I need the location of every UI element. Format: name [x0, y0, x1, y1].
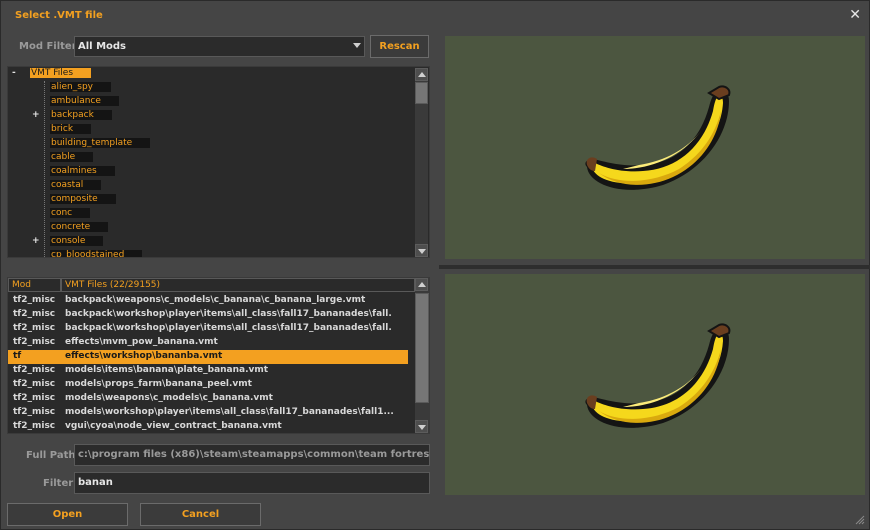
- tree-scroll-thumb[interactable]: [415, 82, 428, 104]
- preview-splitter[interactable]: [439, 265, 870, 269]
- row-file: models\items\banana\plate_banana.vmt: [65, 365, 269, 375]
- file-list-row[interactable]: tf2_misc models\workshop\player\items\all…: [8, 406, 408, 420]
- file-list-row[interactable]: tf2_misc models\items\banana\plate_banana…: [8, 364, 408, 378]
- mod-filter-dropdown[interactable]: All Mods: [74, 36, 365, 57]
- row-file: backpack\workshop\player\items\all_class…: [65, 323, 392, 333]
- row-mod: tf2_misc: [13, 323, 56, 333]
- column-header-mod[interactable]: Mod: [8, 278, 61, 292]
- tree-item-label: conc: [50, 208, 91, 218]
- row-mod: tf2_misc: [13, 365, 56, 375]
- material-preview-bottom: [445, 274, 865, 495]
- banana-icon: [585, 323, 731, 428]
- collapse-icon[interactable]: -: [12, 68, 16, 78]
- file-list-row[interactable]: tf2_misc effects\mvm_pow_banana.vmt: [8, 336, 408, 350]
- row-mod: tf: [13, 351, 22, 361]
- tree-item-label: VMT Files: [30, 68, 92, 78]
- row-file: effects\workshop\bananba.vmt: [65, 351, 223, 361]
- open-button[interactable]: Open: [7, 503, 128, 526]
- file-list-row[interactable]: tf effects\workshop\bananba.vmt: [8, 350, 408, 364]
- expand-icon[interactable]: +: [32, 236, 40, 246]
- tree-item[interactable]: cable: [50, 152, 94, 166]
- tree-item-label: coastal: [50, 180, 102, 190]
- file-list-row[interactable]: tf2_misc vgui\cyoa\node_view_contract_ban…: [8, 420, 408, 433]
- tree-item[interactable]: concrete: [50, 222, 109, 236]
- row-file: effects\mvm_pow_banana.vmt: [65, 337, 218, 347]
- file-list-row[interactable]: tf2_misc backpack\weapons\c_models\c_bana…: [8, 294, 408, 308]
- title-bar[interactable]: Select .VMT file ✕: [1, 1, 869, 31]
- material-preview-top: [445, 36, 865, 259]
- tree-item[interactable]: VMT Files: [30, 68, 92, 82]
- tree-item-label: console: [50, 236, 104, 246]
- tree-item[interactable]: cp_bloodstained: [50, 250, 143, 257]
- row-mod: tf2_misc: [13, 421, 56, 431]
- tree-item[interactable]: brick: [50, 124, 92, 138]
- dialog-title: Select .VMT file: [15, 10, 103, 21]
- mod-filter-label: Mod Filter: [19, 41, 77, 52]
- tree-item[interactable]: conc: [50, 208, 91, 222]
- rescan-button[interactable]: Rescan: [370, 35, 429, 58]
- mod-filter-value: All Mods: [78, 41, 127, 52]
- row-mod: tf2_misc: [13, 309, 56, 319]
- tree-item[interactable]: ambulance: [50, 96, 119, 110]
- cancel-button[interactable]: Cancel: [140, 503, 261, 526]
- file-list-row[interactable]: tf2_misc backpack\workshop\player\items\a…: [8, 322, 408, 336]
- file-list-scroll-thumb[interactable]: [415, 293, 429, 403]
- tree-item-label: cp_bloodstained: [50, 250, 143, 257]
- tree-item[interactable]: console: [50, 236, 104, 250]
- tree-item-label: alien_spy: [50, 82, 111, 92]
- full-path-field[interactable]: c:\program files (x86)\steam\steamapps\c…: [74, 444, 430, 466]
- filter-input[interactable]: banan: [74, 472, 430, 494]
- tree-item-label: coalmines: [50, 166, 115, 176]
- tree-item[interactable]: backpack: [50, 110, 112, 124]
- banana-icon: [585, 85, 731, 190]
- row-file: vgui\cyoa\node_view_contract_banana.vmt: [65, 421, 282, 431]
- tree-item-label: building_template: [50, 138, 151, 148]
- tree-guide-line: [44, 81, 45, 257]
- vmt-folder-tree[interactable]: - VMT Files alien_spy ambulance + backpack bri…: [7, 66, 430, 258]
- file-list-row[interactable]: tf2_misc models\weapons\c_models\c_banana…: [8, 392, 408, 406]
- tree-item-label: composite: [50, 194, 116, 204]
- tree-item[interactable]: building_template: [50, 138, 151, 152]
- scroll-up-icon[interactable]: [415, 278, 428, 291]
- row-file: backpack\weapons\c_models\c_banana\c_ban…: [65, 295, 366, 305]
- row-file: models\props_farm\banana_peel.vmt: [65, 379, 252, 389]
- chevron-down-icon: [353, 43, 361, 48]
- tree-item[interactable]: coalmines: [50, 166, 115, 180]
- row-file: models\workshop\player\items\all_class\f…: [65, 407, 394, 417]
- close-icon[interactable]: ✕: [849, 7, 861, 23]
- scroll-down-icon[interactable]: [415, 420, 428, 433]
- scroll-up-icon[interactable]: [415, 68, 428, 81]
- file-list-row[interactable]: tf2_misc models\props_farm\banana_peel.vm…: [8, 378, 408, 392]
- filter-label: Filter: [43, 478, 74, 489]
- resize-grip-icon[interactable]: [855, 515, 865, 525]
- file-list-row[interactable]: tf2_misc backpack\workshop\player\items\a…: [8, 308, 408, 322]
- tree-item-label: ambulance: [50, 96, 119, 106]
- tree-item[interactable]: alien_spy: [50, 82, 111, 96]
- tree-item[interactable]: coastal: [50, 180, 102, 194]
- row-mod: tf2_misc: [13, 379, 56, 389]
- tree-item-label: concrete: [50, 222, 109, 232]
- tree-item-label: backpack: [50, 110, 112, 120]
- row-mod: tf2_misc: [13, 393, 56, 403]
- column-header-files[interactable]: VMT Files (22/29155): [61, 278, 415, 292]
- row-mod: tf2_misc: [13, 337, 56, 347]
- row-file: backpack\workshop\player\items\all_class…: [65, 309, 392, 319]
- vmt-file-list[interactable]: Mod VMT Files (22/29155) tf2_miscbackpac…: [7, 277, 430, 434]
- vmt-file-dialog: Select .VMT file ✕ Mod Filter All Mods R…: [0, 0, 870, 530]
- tree-item-label: cable: [50, 152, 94, 162]
- expand-icon[interactable]: +: [32, 110, 40, 120]
- row-file: models\weapons\c_models\c_banana.vmt: [65, 393, 273, 403]
- row-mod: tf2_misc: [13, 295, 56, 305]
- tree-item-label: brick: [50, 124, 92, 134]
- file-list-scrollbar[interactable]: [415, 278, 429, 433]
- full-path-label: Full Path: [26, 450, 76, 461]
- row-mod: tf2_misc: [13, 407, 56, 417]
- tree-item[interactable]: composite: [50, 194, 116, 208]
- tree-scrollbar[interactable]: [415, 68, 428, 257]
- scroll-down-icon[interactable]: [415, 244, 428, 257]
